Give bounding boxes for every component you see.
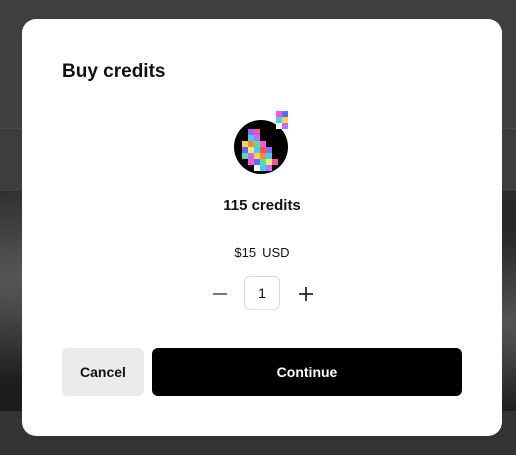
increment-button[interactable]: [292, 280, 320, 308]
price-value: $15: [234, 245, 257, 260]
dialog-title: Buy credits: [62, 61, 166, 82]
credits-amount: 115 credits: [223, 197, 301, 214]
price-row: $15 USD: [22, 245, 502, 260]
plus-icon: [299, 287, 313, 301]
continue-button[interactable]: Continue: [152, 348, 462, 396]
minus-icon: [213, 293, 227, 295]
decrement-button[interactable]: [206, 280, 234, 308]
quantity-stepper: [206, 276, 318, 312]
cancel-button[interactable]: Cancel: [62, 348, 144, 396]
price-currency: USD: [262, 245, 290, 260]
pixel-logo-icon: [234, 111, 294, 175]
buy-credits-dialog: Buy credits 115 credits $15 USD 1 Cancel…: [22, 19, 502, 436]
quantity-input[interactable]: [244, 276, 280, 310]
